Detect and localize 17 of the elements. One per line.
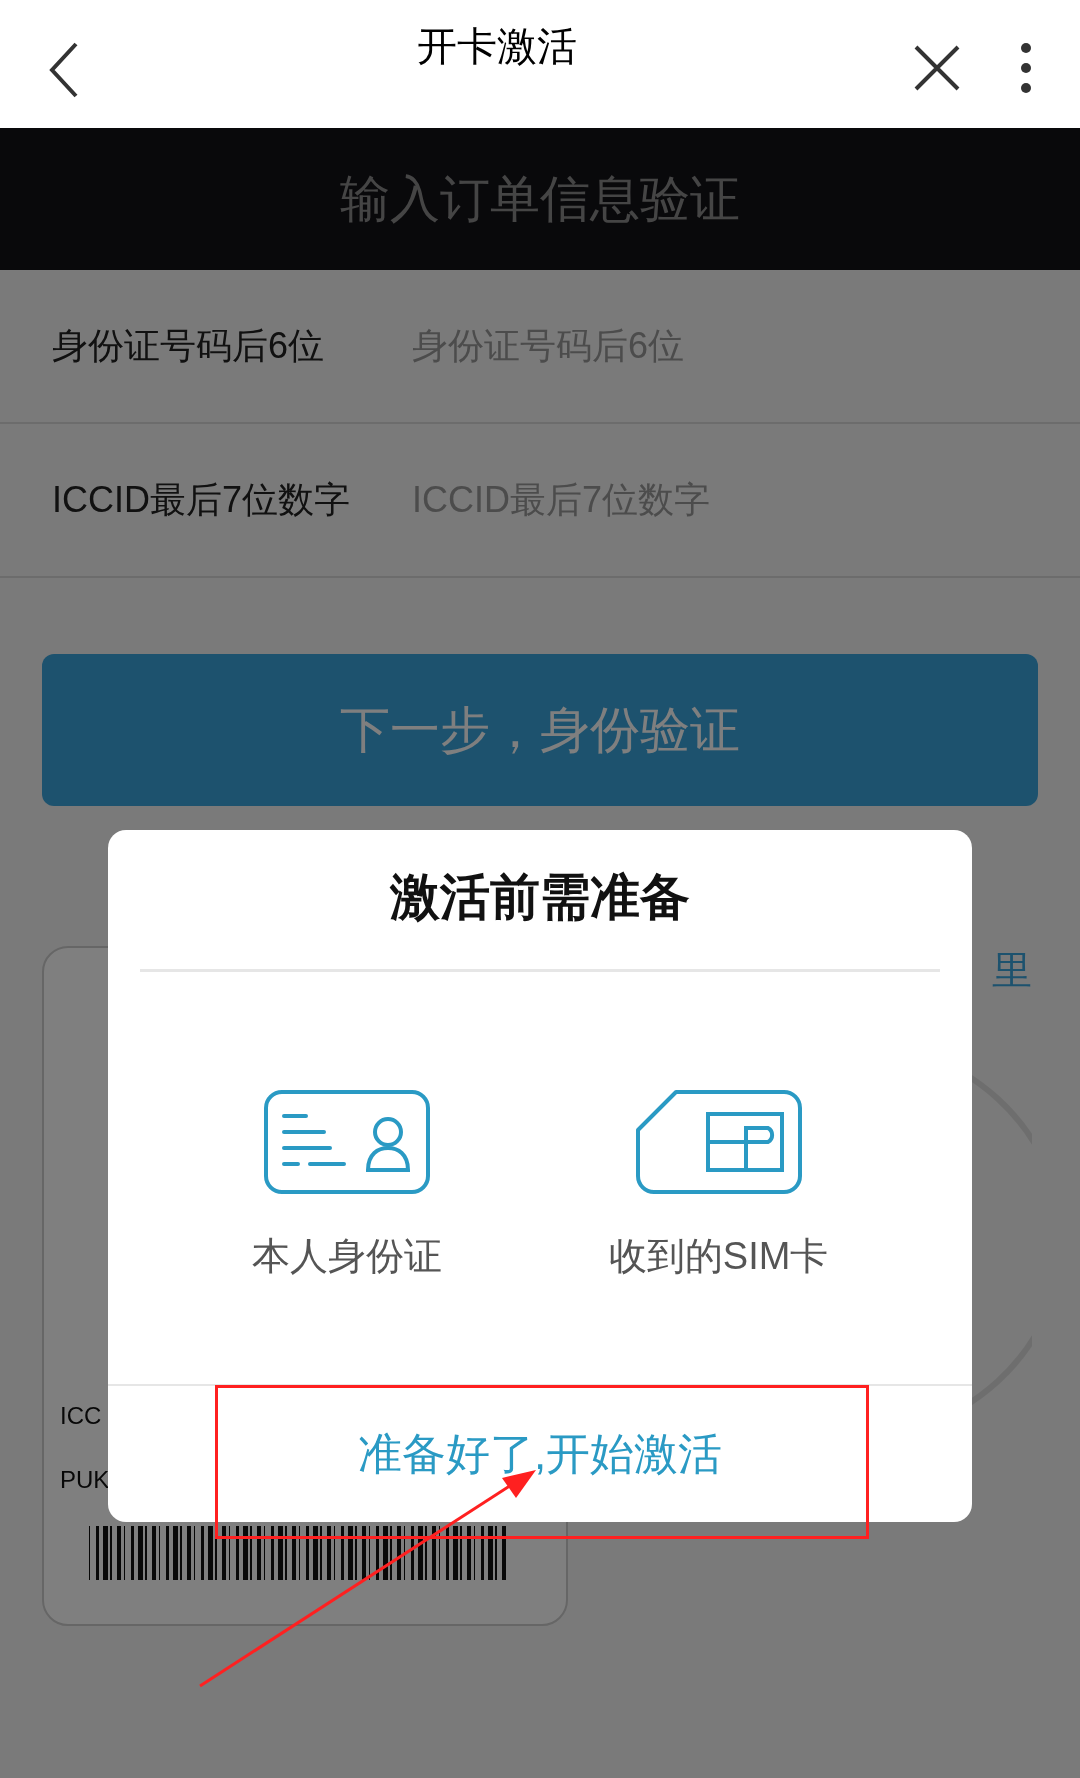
more-icon[interactable] xyxy=(1020,42,1032,94)
id-card-icon xyxy=(263,1090,430,1194)
card-text: PUK xyxy=(60,1465,110,1495)
sim-card-icon xyxy=(635,1090,802,1194)
item-label: 收到的SIM卡 xyxy=(608,1234,829,1279)
field-label: 身份证号码后6位 xyxy=(52,324,326,368)
next-step-button[interactable]: 下一步，身份验证 xyxy=(42,654,1038,806)
help-link[interactable]: 里 xyxy=(992,940,1032,1000)
back-icon[interactable] xyxy=(48,42,80,98)
confirm-button[interactable]: 准备好了,开始激活 xyxy=(108,1386,972,1522)
close-icon[interactable] xyxy=(914,45,960,91)
dialog-title: 激活前需准备 xyxy=(388,868,691,927)
window-title: 开卡激活 xyxy=(417,23,577,70)
card-text: ICC xyxy=(60,1401,102,1431)
banner-title: 输入订单信息验证 xyxy=(340,169,740,229)
field-label: ICCID最后7位数字 xyxy=(52,478,352,522)
item-label: 本人身份证 xyxy=(251,1234,442,1279)
